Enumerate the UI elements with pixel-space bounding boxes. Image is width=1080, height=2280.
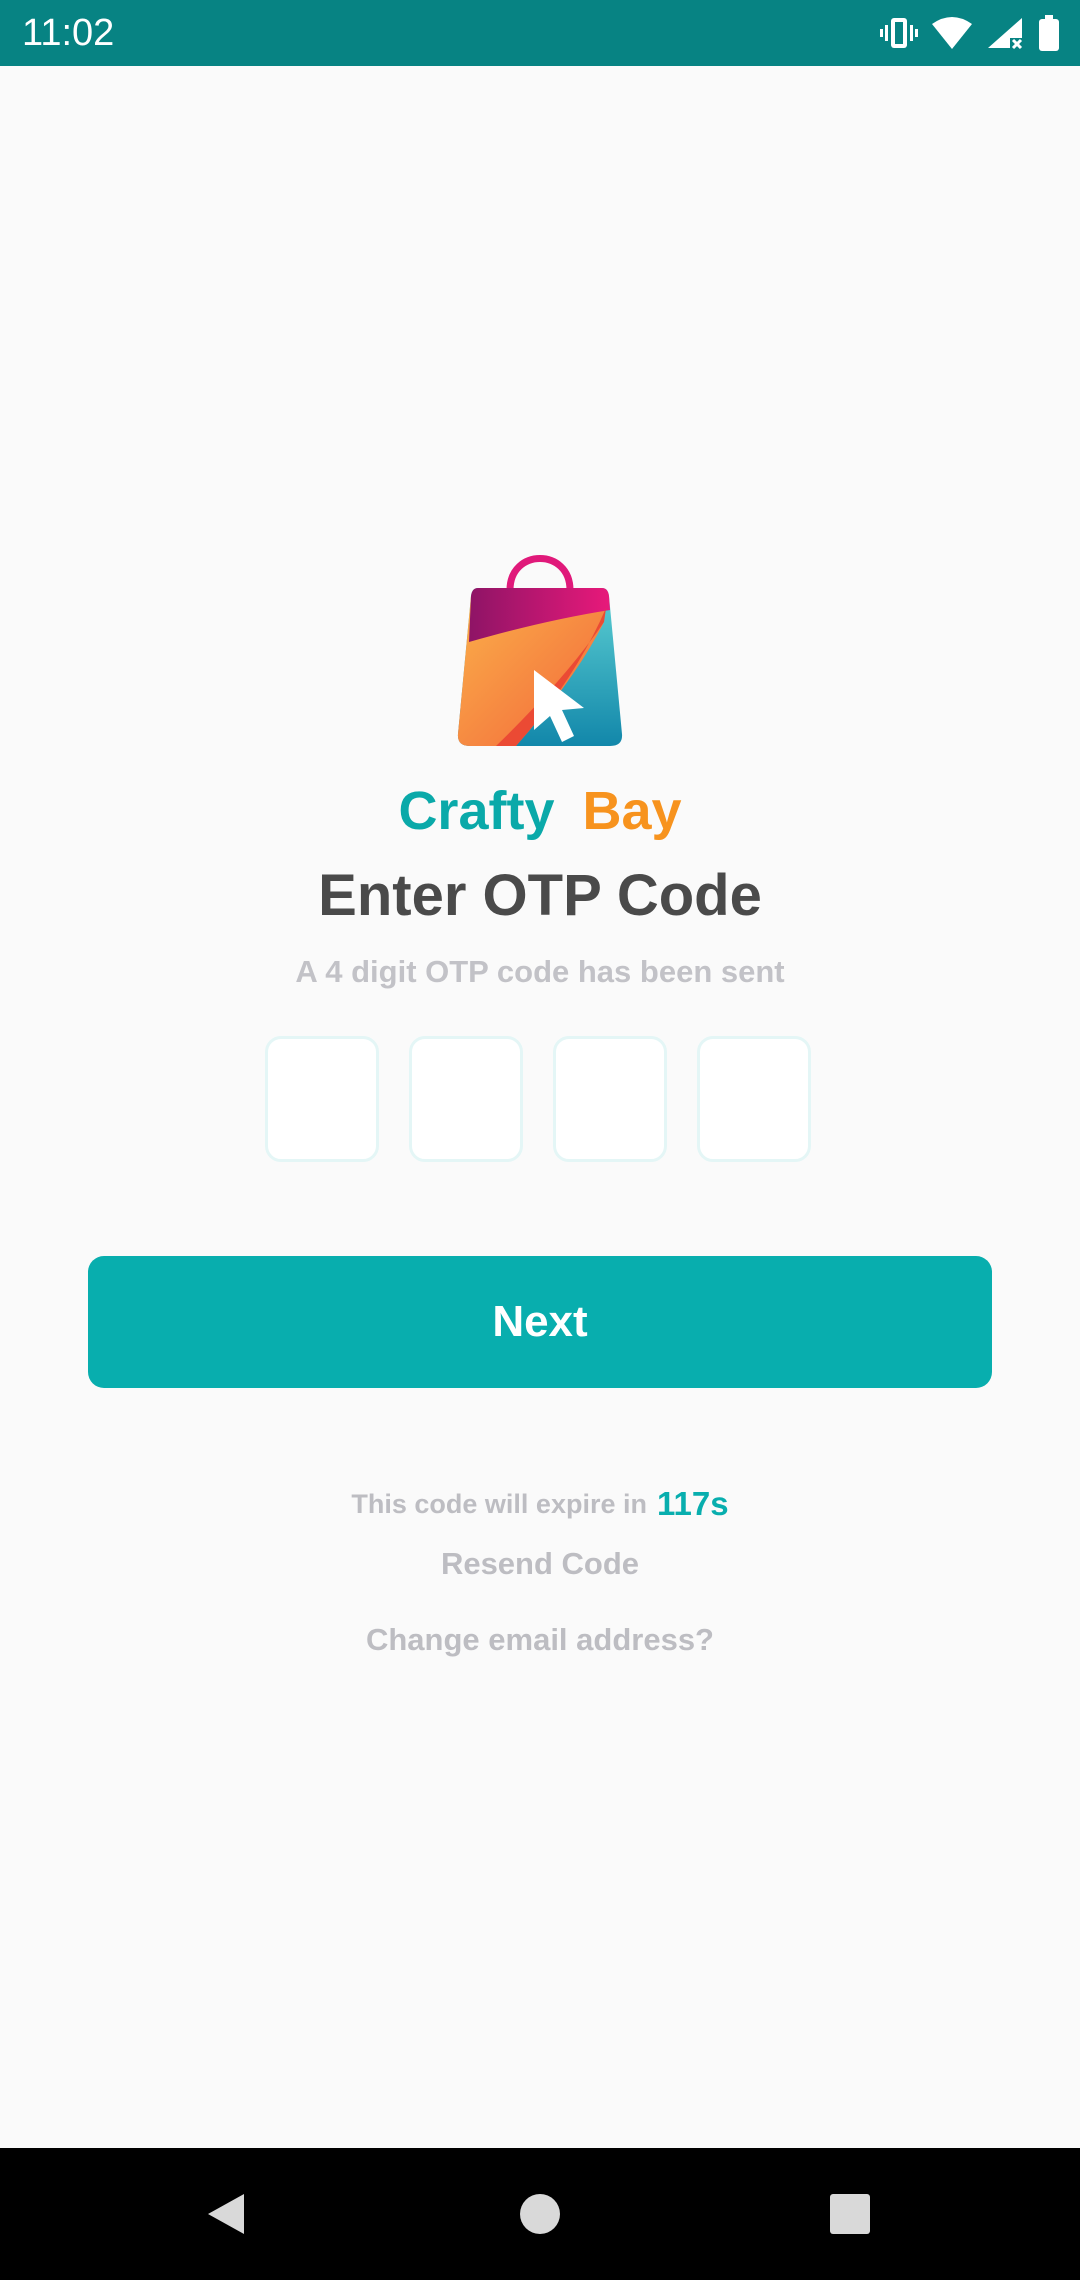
status-icons [880,12,1060,54]
expire-label: This code will expire in [351,1489,647,1519]
brand-word-bay: Bay [582,781,682,841]
brand-word-crafty: Crafty [398,781,555,841]
brand-name: Crafty Bay [0,776,1080,846]
battery-icon [1038,15,1060,51]
shopping-bag-logo-icon [456,538,624,750]
otp-digit-2-field[interactable] [409,1036,523,1162]
page-title: Enter OTP Code [318,863,762,928]
resend-code-button[interactable]: Resend Code [0,1542,1080,1586]
next-button[interactable]: Next [88,1256,992,1388]
navigation-bar [0,2148,1080,2280]
wifi-icon [932,16,972,50]
recents-icon[interactable] [790,2148,910,2280]
otp-digit-1-field[interactable] [265,1036,379,1162]
change-email-link[interactable]: Change email address? [0,1618,1080,1662]
vibrate-icon [880,16,918,50]
back-icon[interactable] [166,2148,286,2280]
expire-row: This code will expire in 117s [0,1482,1080,1526]
otp-digit-3-field[interactable] [553,1036,667,1162]
otp-digit-4-field[interactable] [697,1036,811,1162]
signal-icon [986,16,1024,50]
expire-countdown: 117s [656,1485,729,1522]
home-icon[interactable] [480,2148,600,2280]
status-bar: 11:02 [0,0,1080,66]
page-subtitle: A 4 digit OTP code has been sent [295,954,785,989]
status-time: 11:02 [22,12,115,54]
otp-input-row [265,1036,815,1166]
